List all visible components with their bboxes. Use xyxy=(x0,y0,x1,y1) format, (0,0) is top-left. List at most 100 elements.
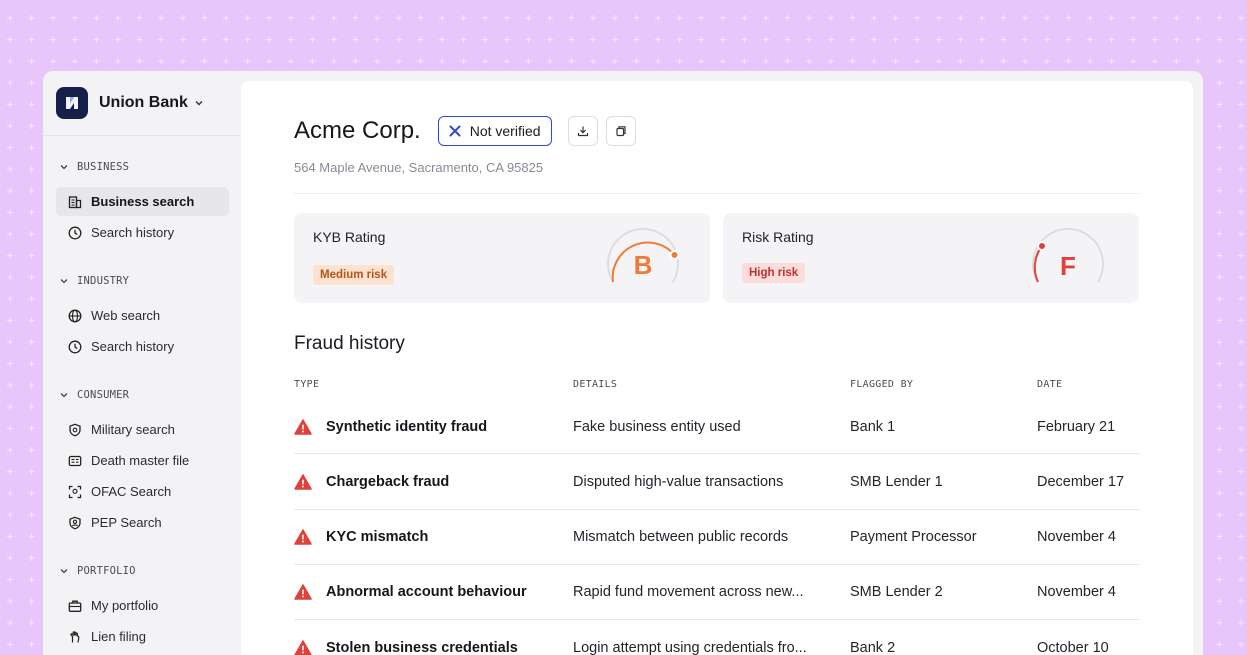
column-header-flagged-by: FLAGGED BY xyxy=(850,379,914,390)
chevron-down-icon xyxy=(60,165,68,170)
fraud-type-cell: Chargeback fraud xyxy=(294,454,449,509)
section-title: BUSINESS xyxy=(77,161,130,173)
download-icon xyxy=(577,126,588,137)
chevron-down-icon xyxy=(60,279,68,284)
hand-icon xyxy=(70,630,80,643)
high-risk-badge: High risk xyxy=(742,263,806,283)
kyb-risk-badge: Medium risk xyxy=(313,265,395,285)
bank-logo xyxy=(56,87,88,119)
section-industry-toggle[interactable]: INDUSTRY xyxy=(43,271,241,291)
sidebar-item-label: Military search xyxy=(91,422,175,437)
table-header: TYPE DETAILS FLAGGED BY DATE xyxy=(294,379,1139,393)
sidebar-item-lien-filing[interactable]: Lien filing xyxy=(56,622,229,651)
badge-icon xyxy=(69,516,81,529)
fraud-details-cell: Rapid fund movement across new... xyxy=(573,565,804,620)
sidebar-item-military-search[interactable]: Military search xyxy=(56,415,229,444)
sidebar-item-pep-search[interactable]: PEP Search xyxy=(56,508,229,537)
fraud-date-cell: October 10 xyxy=(1037,620,1109,655)
table-row[interactable]: Chargeback fraud Disputed high-value tran… xyxy=(294,454,1139,510)
flagged-by-cell: Bank 1 xyxy=(850,399,895,454)
flagged-by: SMB Lender 2 xyxy=(850,584,943,601)
fraud-date-cell: November 4 xyxy=(1037,510,1116,565)
sidebar-item-my-portfolio[interactable]: My portfolio xyxy=(56,591,229,620)
fraud-type: Stolen business credentials xyxy=(326,639,518,655)
fraud-date: November 4 xyxy=(1037,529,1116,546)
fraud-details: Login attempt using credentials fro... xyxy=(573,639,807,655)
clock-icon xyxy=(68,340,82,353)
fraud-date-cell: February 21 xyxy=(1037,399,1115,454)
bank-switcher[interactable]: Union Bank xyxy=(43,71,241,136)
company-address: 564 Maple Avenue, Sacramento, CA 95825 xyxy=(294,160,544,175)
table-row[interactable]: Synthetic identity fraud Fake business en… xyxy=(294,399,1139,455)
fraud-details-cell: Mismatch between public records xyxy=(573,510,788,565)
warning-icon xyxy=(294,639,312,655)
risk-grade: F xyxy=(1060,251,1076,281)
fraud-type-cell: Abnormal account behaviour xyxy=(294,565,527,620)
fraud-details: Disputed high-value transactions xyxy=(573,473,784,490)
section-portfolio-toggle[interactable]: PORTFOLIO xyxy=(43,561,241,581)
sidebar-item-web-search[interactable]: Web search xyxy=(56,301,229,330)
sidebar-item-search-history[interactable]: Search history xyxy=(56,218,229,247)
fraud-details: Rapid fund movement across new... xyxy=(573,584,804,601)
company-name: Acme Corp. xyxy=(294,117,421,144)
kyb-rating-title: KYB Rating xyxy=(313,229,386,245)
column-header-details: DETAILS xyxy=(573,379,618,390)
sidebar-item-label: Lien filing xyxy=(91,629,146,644)
copy-button[interactable] xyxy=(605,116,636,146)
download-button[interactable] xyxy=(567,116,598,146)
fraud-date: December 17 xyxy=(1037,473,1125,490)
fraud-type-cell: Synthetic identity fraud xyxy=(294,399,487,454)
section-title: CONSUMER xyxy=(77,389,130,401)
sidebar-item-label: Death master file xyxy=(91,453,190,468)
sidebar-item-death-master-file[interactable]: Death master file xyxy=(56,446,229,475)
section-business-toggle[interactable]: BUSINESS xyxy=(43,157,241,177)
table-row[interactable]: KYC mismatch Mismatch between public reco… xyxy=(294,510,1139,565)
warning-icon xyxy=(294,529,312,545)
fraud-details: Mismatch between public records xyxy=(573,529,789,546)
flagged-by-cell: Payment Processor xyxy=(850,510,977,565)
section-title: INDUSTRY xyxy=(77,275,130,287)
sidebar-item-label: PEP Search xyxy=(91,515,162,530)
flagged-by-cell: SMB Lender 2 xyxy=(850,565,943,620)
warning-icon xyxy=(294,418,312,435)
fraud-details: Fake business entity used xyxy=(573,418,741,435)
table-row[interactable]: Stolen business credentials Login attempt… xyxy=(294,620,1139,655)
verification-status-label: Not verified xyxy=(469,123,541,139)
sidebar-item-label: OFAC Search xyxy=(91,484,172,499)
sidebar-item-label: Search history xyxy=(91,339,175,354)
fraud-type: Abnormal account behaviour xyxy=(326,584,527,601)
sidebar-item-search-history[interactable]: Search history xyxy=(56,332,229,361)
fraud-type: Chargeback fraud xyxy=(326,473,450,490)
fraud-details-cell: Disputed high-value transactions xyxy=(573,454,783,509)
fraud-details-cell: Fake business entity used xyxy=(573,399,741,454)
sidebar-item-ofac-search[interactable]: OFAC Search xyxy=(56,477,229,506)
sidebar: Union Bank BUSINESS Business search Sear… xyxy=(43,71,241,655)
fraud-date: February 21 xyxy=(1037,418,1116,435)
fraud-type: KYC mismatch xyxy=(326,529,429,546)
company-header: Acme Corp. Not verified xyxy=(294,116,636,146)
risk-grade-gauge: F xyxy=(1032,228,1104,283)
fraud-type-cell: KYC mismatch xyxy=(294,510,428,565)
verification-status-badge[interactable]: Not verified xyxy=(437,116,552,146)
kyb-rating-card: KYB Rating Medium risk B xyxy=(294,213,710,303)
table-row[interactable]: Abnormal account behaviour Rapid fund mov… xyxy=(294,565,1139,621)
sidebar-item-label: My portfolio xyxy=(91,598,159,613)
flagged-by: Bank 2 xyxy=(850,639,896,655)
fraud-date: November 4 xyxy=(1037,584,1116,601)
id-card-icon xyxy=(68,455,82,466)
kyb-grade: B xyxy=(634,250,653,280)
copy-icon xyxy=(615,126,626,137)
sidebar-item-label: Business search xyxy=(91,194,195,209)
sidebar-item-label: Web search xyxy=(91,308,161,323)
fraud-history-table: Synthetic identity fraud Fake business en… xyxy=(294,399,1139,655)
scan-icon xyxy=(68,485,82,498)
chevron-down-icon xyxy=(195,101,203,106)
x-icon xyxy=(449,125,461,137)
column-header-type: TYPE xyxy=(294,379,320,390)
sidebar-item-business-search[interactable]: Business search xyxy=(56,187,229,216)
fraud-date: October 10 xyxy=(1037,639,1109,655)
section-consumer-toggle[interactable]: CONSUMER xyxy=(43,385,241,405)
sidebar-item-label: Search history xyxy=(91,225,175,240)
building-icon xyxy=(68,195,82,208)
shield-icon xyxy=(69,423,81,436)
